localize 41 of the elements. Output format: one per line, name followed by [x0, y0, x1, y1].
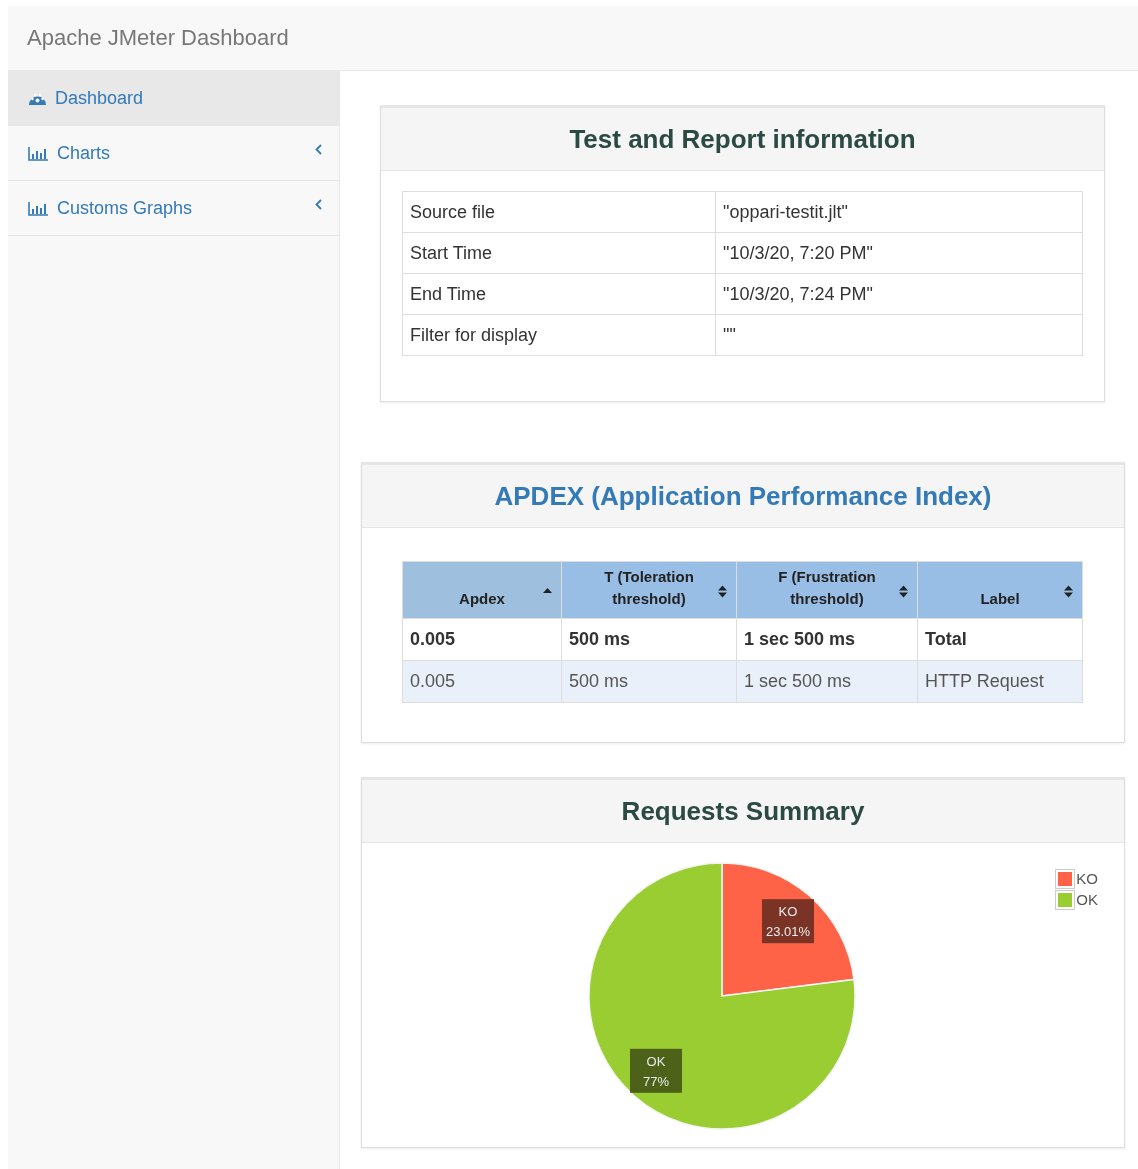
sort-up-icon [543, 587, 552, 593]
table-cell: "10/3/20, 7:20 PM" [715, 232, 1083, 274]
table-cell: End Time [402, 273, 716, 315]
sort-icon [899, 585, 908, 598]
data-label: 77% [642, 1073, 670, 1089]
slice-label: KO 23.01% [762, 899, 814, 944]
sidebar-item[interactable]: Dashboard [8, 71, 339, 126]
legend-label: OK [1076, 891, 1098, 908]
sort-icon [718, 585, 727, 598]
table-cell: "oppari-testit.jlt" [715, 191, 1083, 233]
table-cell: Filter for display [402, 314, 716, 356]
table-cell: "" [715, 314, 1083, 356]
column-header[interactable]: F (Frustration threshold) [736, 561, 918, 619]
panel-title: Test and Report information [569, 123, 916, 155]
table-cell: 1 sec 500 ms [736, 660, 918, 703]
table-cell: "10/3/20, 7:24 PM" [715, 273, 1083, 315]
table-cell: HTTP Request [917, 660, 1083, 703]
sidebar-item[interactable]: Customs Graphs [8, 181, 339, 236]
legend-label: KO [1076, 870, 1098, 887]
column-header[interactable]: Label [917, 561, 1083, 619]
table-cell: 0.005 [402, 618, 562, 661]
sidebar-item[interactable]: Charts [8, 126, 339, 181]
table-cell: 500 ms [561, 618, 737, 661]
bar-chart-icon [28, 145, 49, 161]
bar-chart-icon [28, 200, 49, 216]
app-title[interactable]: Apache JMeter Dashboard [27, 25, 289, 51]
table-cell: Source file [402, 191, 716, 233]
panel-title: APDEX (Application Performance Index) [494, 480, 992, 512]
slice-label: OK [646, 1053, 666, 1069]
slice-label: OK 77% [630, 1048, 682, 1093]
slice-label: KO [778, 904, 798, 920]
table-cell: 0.005 [402, 660, 562, 703]
column-header[interactable]: Apdex [402, 561, 562, 619]
table-cell: 1 sec 500 ms [736, 618, 918, 661]
panel-title: Requests Summary [621, 795, 865, 827]
table-cell: Total [917, 618, 1083, 661]
data-label: 23.01% [765, 924, 811, 940]
table-cell: 500 ms [561, 660, 737, 703]
table-cell: Start Time [402, 232, 716, 274]
sort-icon [1064, 585, 1073, 598]
column-header[interactable]: T (Toleration threshold) [561, 561, 737, 619]
